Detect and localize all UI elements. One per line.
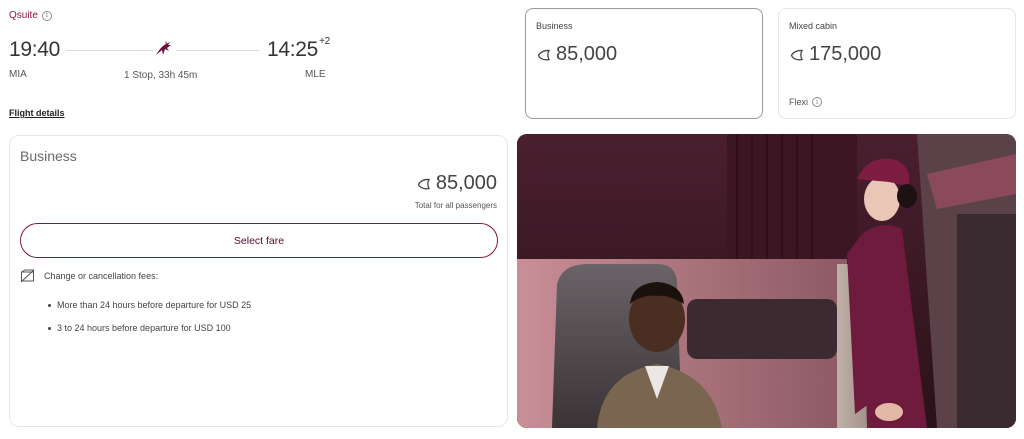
fee-text: More than 24 hours before departure for …: [57, 300, 252, 310]
detail-price: 85,000: [416, 172, 497, 195]
select-fare-button[interactable]: Select fare: [20, 223, 498, 258]
cabin-illustration: [517, 134, 1016, 428]
arrival-time: 14:25+2: [267, 36, 330, 62]
fees-title: Change or cancellation fees:: [44, 271, 159, 281]
destination-airport: MLE: [305, 69, 326, 80]
fare-price-value: 175,000: [809, 43, 882, 65]
avios-icon: [537, 49, 551, 60]
day-offset: +2: [319, 36, 330, 47]
fare-card-mixed-cabin[interactable]: Mixed cabin 175,000 Flexi i: [778, 8, 1016, 119]
stops-duration: 1 Stop, 33h 45m: [124, 70, 198, 81]
no-change-fee-icon: [20, 269, 35, 283]
fare-family: Flexi i: [789, 97, 823, 107]
list-item: More than 24 hours before departure for …: [48, 300, 251, 310]
fare-detail-panel: Business 85,000 Total for all passengers…: [9, 135, 508, 427]
cabin-photo: [517, 134, 1016, 428]
avios-icon: [790, 49, 804, 60]
bullet-icon: [48, 303, 51, 307]
qatar-oryx-logo-icon: [156, 41, 171, 55]
fees-header: Change or cancellation fees:: [20, 269, 158, 283]
fare-family-label: Flexi: [789, 97, 809, 107]
detail-price-value: 85,000: [435, 172, 497, 194]
departure-time: 19:40: [9, 38, 61, 61]
route-line-left: [66, 50, 154, 51]
fare-price-value: 85,000: [556, 43, 618, 65]
fare-card-business[interactable]: Business 85,000: [525, 8, 763, 119]
route-line-right: [176, 50, 260, 51]
fare-cabin-label: Business: [536, 21, 573, 31]
avios-icon: [417, 178, 430, 189]
info-icon[interactable]: i: [812, 97, 823, 107]
origin-airport: MIA: [9, 69, 27, 80]
product-name: Qsuite i: [9, 10, 52, 21]
info-icon[interactable]: i: [41, 10, 52, 21]
product-label: Qsuite: [9, 10, 38, 21]
fare-cabin-label: Mixed cabin: [789, 21, 838, 31]
arrival-time-value: 14:25: [267, 38, 319, 61]
fare-price: 175,000: [789, 43, 881, 66]
fee-text: 3 to 24 hours before departure for USD 1…: [57, 323, 231, 333]
list-item: 3 to 24 hours before departure for USD 1…: [48, 323, 231, 333]
total-note: Total for all passengers: [414, 201, 497, 210]
bullet-icon: [48, 326, 51, 330]
detail-cabin-title: Business: [20, 148, 77, 164]
fare-price: 85,000: [536, 43, 617, 66]
flight-details-link[interactable]: Flight details: [9, 108, 65, 118]
